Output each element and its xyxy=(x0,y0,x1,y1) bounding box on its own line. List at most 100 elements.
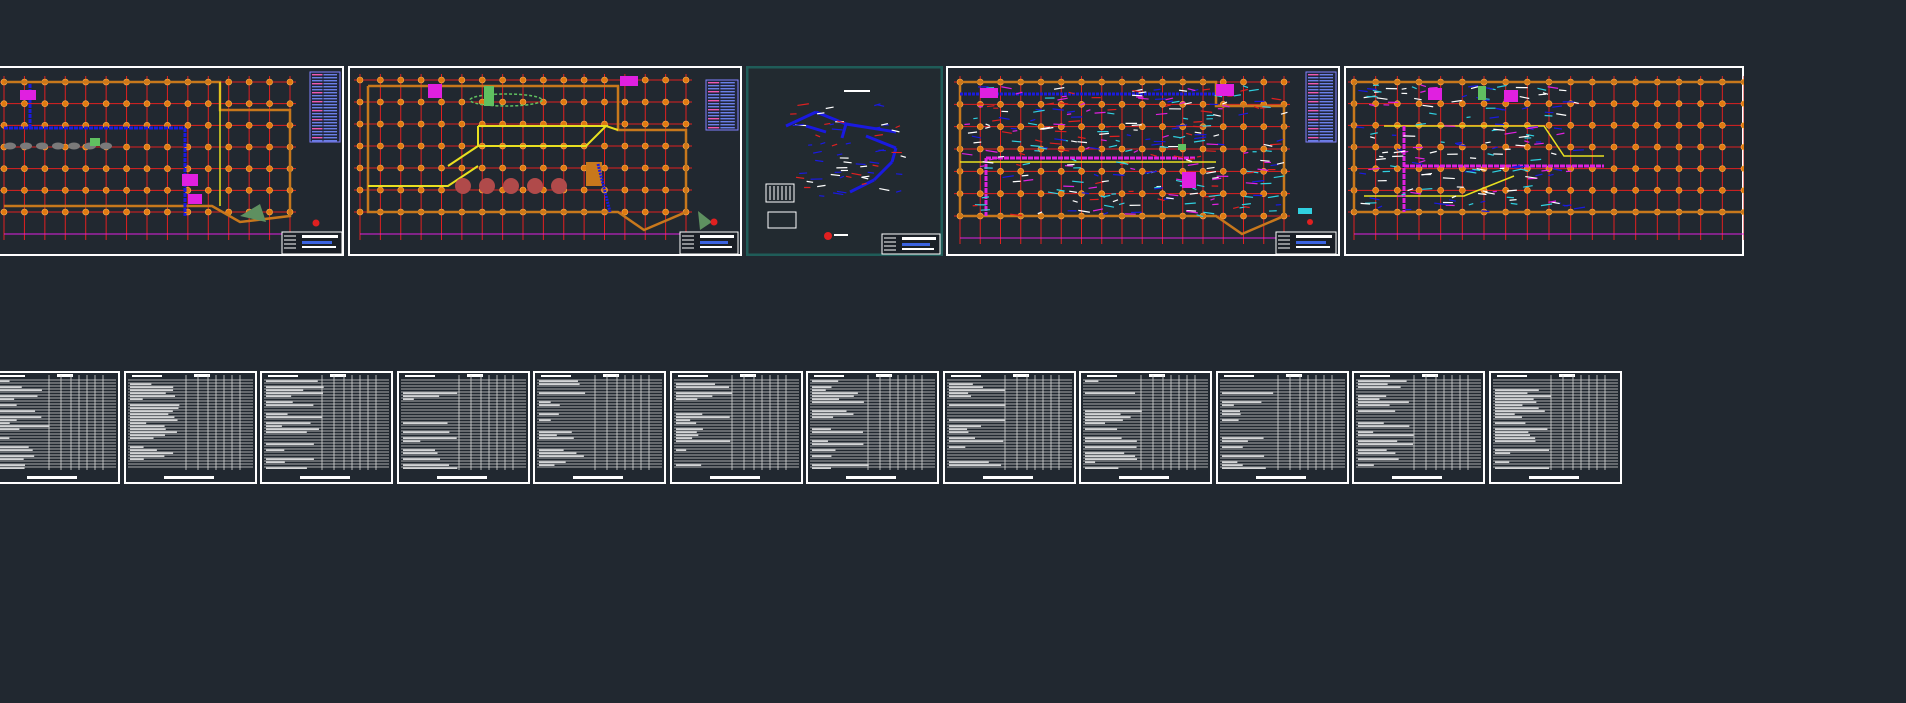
floor-plan-sheet-2[interactable] xyxy=(348,66,742,256)
legend-row xyxy=(708,103,720,105)
specification-sheet[interactable] xyxy=(1079,371,1212,484)
legend-row xyxy=(323,131,337,133)
floor-plan-sheet-1[interactable] xyxy=(0,66,344,256)
column xyxy=(417,98,425,106)
legend-row xyxy=(720,121,735,123)
table-text xyxy=(1085,440,1137,442)
floor-plan-sheet-4[interactable] xyxy=(946,66,1340,256)
specification-sheet[interactable] xyxy=(1352,371,1485,484)
table-text xyxy=(675,428,703,430)
column xyxy=(0,165,8,172)
model-space-canvas[interactable] xyxy=(0,0,1906,703)
table-text xyxy=(1085,446,1137,448)
specification-sheet[interactable] xyxy=(396,371,530,484)
table-text xyxy=(0,428,20,430)
legend-row xyxy=(1319,122,1333,124)
column xyxy=(266,100,273,107)
column xyxy=(1138,145,1146,153)
table-text xyxy=(812,386,832,388)
table-text xyxy=(1085,380,1099,382)
table-text xyxy=(0,404,17,406)
table-text xyxy=(129,428,166,430)
specification-sheet[interactable] xyxy=(806,371,939,484)
specification-sheet[interactable] xyxy=(123,371,257,484)
table-text xyxy=(1085,437,1122,439)
table-text xyxy=(675,440,730,442)
legend-row xyxy=(708,109,720,111)
spec-footer xyxy=(436,476,487,479)
column xyxy=(377,164,384,172)
specification-sheet[interactable] xyxy=(942,371,1076,484)
specification-sheet[interactable] xyxy=(533,371,666,484)
column xyxy=(662,76,669,84)
column xyxy=(499,98,506,106)
column xyxy=(417,164,425,172)
column xyxy=(21,187,28,194)
specification-sheet[interactable] xyxy=(669,371,803,484)
specification-sheet[interactable] xyxy=(1215,371,1349,484)
sprinkler-branch xyxy=(1482,190,1488,193)
column xyxy=(1567,143,1574,151)
sprinkler-branch xyxy=(1469,157,1477,159)
column xyxy=(499,76,506,84)
riser-diagram-sheet[interactable] xyxy=(746,66,943,256)
table-text xyxy=(266,392,323,394)
legend-row xyxy=(312,98,323,100)
sprinkler-branch xyxy=(1186,209,1197,212)
column xyxy=(682,120,690,128)
table-text xyxy=(1221,464,1243,466)
column xyxy=(540,76,547,84)
table-text xyxy=(1494,434,1530,436)
spec-footer xyxy=(1255,476,1306,479)
legend-row xyxy=(1319,89,1333,91)
column xyxy=(1437,100,1444,107)
spec-footer xyxy=(1119,476,1169,479)
title-block-text xyxy=(700,241,728,244)
legend-row xyxy=(1308,104,1319,106)
column xyxy=(21,208,28,216)
title-block-text xyxy=(700,246,732,248)
table-text xyxy=(1221,455,1264,457)
column xyxy=(102,165,110,172)
specification-sheet[interactable] xyxy=(1488,371,1622,484)
legend-row xyxy=(708,94,720,96)
legend-row xyxy=(312,128,323,130)
column xyxy=(377,142,384,150)
column xyxy=(438,120,445,128)
column xyxy=(1632,187,1639,194)
spec-header xyxy=(876,374,892,377)
column xyxy=(1697,165,1704,172)
fixture xyxy=(52,142,64,150)
floor-plan-sheet-5[interactable] xyxy=(1344,66,1744,256)
sprinkler-branch xyxy=(1188,158,1195,161)
equipment xyxy=(428,84,442,98)
table-text xyxy=(1358,464,1374,466)
legend-row xyxy=(323,140,337,142)
table-text xyxy=(812,467,831,469)
sprinkler-branch xyxy=(1481,210,1490,213)
column xyxy=(164,100,171,107)
sprinkler-branch xyxy=(1509,199,1517,201)
column xyxy=(1240,145,1247,153)
specification-sheet[interactable] xyxy=(260,371,393,484)
column xyxy=(1017,123,1025,130)
column xyxy=(397,98,405,106)
sprinkler-branch xyxy=(1205,150,1216,152)
table-text xyxy=(402,440,420,442)
legend-row xyxy=(312,134,323,136)
column xyxy=(1697,187,1704,194)
column xyxy=(1675,100,1683,107)
sprinkler-branch xyxy=(1485,141,1491,144)
column xyxy=(143,143,151,151)
column xyxy=(1219,168,1227,175)
column xyxy=(1719,100,1726,107)
sheet-title xyxy=(844,90,870,92)
specification-sheet[interactable] xyxy=(0,371,120,484)
table-text xyxy=(948,404,1006,406)
spec-title xyxy=(950,375,981,377)
table-text xyxy=(266,416,323,418)
table-text xyxy=(1085,458,1138,460)
column xyxy=(204,143,212,151)
sprinkler-branch xyxy=(979,165,985,168)
sprinkler-branch xyxy=(1382,151,1389,154)
